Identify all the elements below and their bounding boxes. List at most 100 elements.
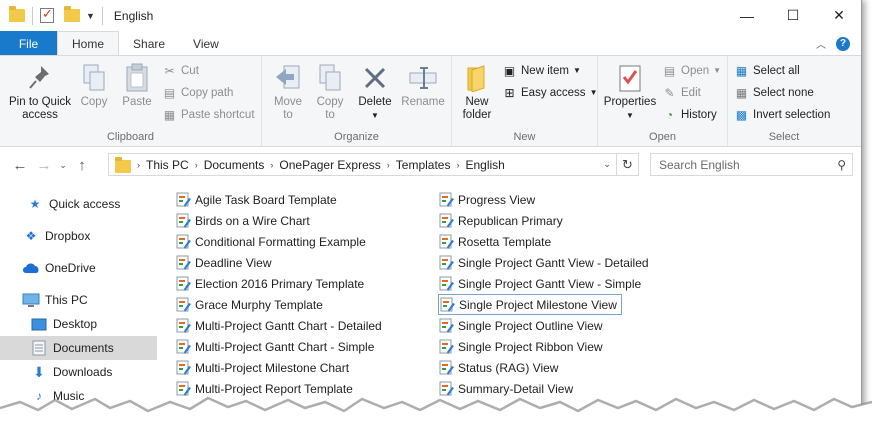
easy-access-label: Easy access bbox=[521, 86, 586, 99]
edit-icon: ✎ bbox=[664, 85, 675, 100]
explorer-window: ▼ English — ☐ ✕ File Home Share View ︿ ?… bbox=[0, 0, 862, 423]
easy-access-button[interactable]: ⊞ Easy access ▼ bbox=[502, 85, 597, 100]
list-item[interactable]: Single Project Outline View bbox=[433, 315, 607, 336]
delete-button[interactable]: Delete ▼ bbox=[354, 62, 396, 122]
list-item[interactable]: Deadline View bbox=[170, 252, 276, 273]
new-item-button[interactable]: ▣ New item ▼ bbox=[502, 63, 581, 78]
list-item[interactable]: Election 2016 Primary Template bbox=[170, 273, 368, 294]
list-item[interactable]: Status (RAG) View bbox=[433, 357, 562, 378]
onepager-template-icon bbox=[439, 339, 455, 355]
file-name: Election 2016 Primary Template bbox=[195, 276, 365, 291]
nav-item-dropbox[interactable]: ❖ Dropbox bbox=[0, 224, 157, 248]
list-item[interactable]: Multi-Project Gantt Chart - Simple bbox=[170, 336, 378, 357]
properties-button[interactable]: Properties ▼ bbox=[602, 62, 658, 122]
folder-icon bbox=[9, 6, 25, 22]
move-to-button[interactable]: Move to bbox=[268, 62, 308, 122]
tab-file[interactable]: File bbox=[0, 31, 57, 56]
delete-dropdown-icon[interactable]: ▼ bbox=[371, 109, 379, 122]
new-folder-icon[interactable] bbox=[64, 6, 80, 22]
nav-item-quick-access[interactable]: ★ Quick access bbox=[0, 192, 157, 216]
nav-item-downloads[interactable]: ⬇ Downloads bbox=[0, 360, 157, 384]
nav-item-documents[interactable]: Documents bbox=[0, 336, 157, 360]
rename-button[interactable]: Rename bbox=[398, 62, 448, 109]
scissors-icon: ✂ bbox=[164, 63, 175, 78]
breadcrumb-templates[interactable]: Templates bbox=[396, 158, 451, 172]
list-item-focused[interactable]: Single Project Milestone View bbox=[438, 294, 622, 315]
copy-path-button[interactable]: ▤ Copy path bbox=[162, 85, 234, 100]
properties-dropdown-icon[interactable]: ▼ bbox=[626, 109, 634, 122]
cut-button[interactable]: ✂ Cut bbox=[162, 63, 198, 78]
collapse-ribbon-chevron-icon[interactable]: ︿ bbox=[816, 36, 826, 51]
properties-icon[interactable] bbox=[40, 6, 54, 23]
copy-to-button[interactable]: Copy to bbox=[310, 62, 350, 122]
open-button[interactable]: ▤ Open ▼ bbox=[662, 63, 721, 78]
select-none-button[interactable]: ▦ Select none bbox=[734, 85, 814, 100]
select-none-label: Select none bbox=[753, 86, 814, 99]
recent-locations-chevron-icon[interactable]: ⌄ bbox=[56, 160, 70, 171]
history-button[interactable]: ◔ History bbox=[662, 107, 717, 122]
copy-button[interactable]: Copy bbox=[74, 62, 114, 109]
paste-shortcut-button[interactable]: ▦ Paste shortcut bbox=[162, 107, 255, 122]
search-icon: ⚲ bbox=[837, 157, 846, 172]
list-item[interactable]: Agile Task Board Template bbox=[170, 189, 341, 210]
invert-selection-button[interactable]: ▩ Invert selection bbox=[734, 107, 831, 122]
onepager-template-icon bbox=[439, 234, 455, 250]
nav-label: Desktop bbox=[53, 317, 98, 331]
nav-item-onedrive[interactable]: OneDrive bbox=[0, 256, 157, 280]
edit-button[interactable]: ✎ Edit bbox=[662, 85, 701, 100]
nav-label: Dropbox bbox=[45, 229, 91, 243]
list-item[interactable]: Grace Murphy Template bbox=[170, 294, 327, 315]
search-placeholder: Search English bbox=[659, 157, 740, 172]
search-box[interactable]: Search English ⚲ bbox=[650, 153, 853, 176]
close-button[interactable]: ✕ bbox=[816, 0, 861, 31]
back-arrow-icon[interactable]: ← bbox=[8, 157, 32, 174]
delete-label: Delete bbox=[358, 96, 392, 108]
list-item[interactable]: Rosetta Template bbox=[433, 231, 555, 252]
new-group-label: New bbox=[513, 131, 536, 143]
help-icon[interactable]: ? bbox=[836, 36, 850, 51]
invert-selection-label: Invert selection bbox=[753, 108, 831, 121]
minimize-button[interactable]: — bbox=[724, 0, 770, 31]
customize-qat-chevron-icon[interactable]: ▼ bbox=[86, 11, 95, 21]
breadcrumb-this-pc[interactable]: This PC bbox=[146, 158, 189, 172]
onepager-template-icon bbox=[176, 234, 192, 250]
list-item[interactable]: Single Project Ribbon View bbox=[433, 336, 607, 357]
nav-item-desktop[interactable]: Desktop bbox=[0, 312, 157, 336]
edit-label: Edit bbox=[681, 86, 701, 99]
tab-share[interactable]: Share bbox=[119, 31, 179, 56]
computer-icon bbox=[22, 292, 40, 308]
select-all-button[interactable]: ▦ Select all bbox=[734, 63, 800, 78]
nav-item-this-pc[interactable]: This PC bbox=[0, 288, 157, 312]
file-name: Grace Murphy Template bbox=[195, 297, 323, 312]
onepager-template-icon bbox=[176, 255, 192, 271]
new-folder-icon bbox=[461, 62, 493, 94]
list-item[interactable]: Birds on a Wire Chart bbox=[170, 210, 314, 231]
breadcrumb-documents[interactable]: Documents bbox=[204, 158, 265, 172]
new-folder-button[interactable]: New folder bbox=[456, 62, 498, 122]
list-item[interactable]: Single Project Gantt View - Simple bbox=[433, 273, 645, 294]
maximize-button[interactable]: ☐ bbox=[770, 0, 816, 31]
file-name: Multi-Project Gantt Chart - Detailed bbox=[195, 318, 382, 333]
properties-label: Properties bbox=[603, 96, 657, 108]
refresh-icon[interactable]: ↻ bbox=[616, 154, 638, 175]
copy-label: Copy bbox=[80, 96, 108, 108]
breadcrumb-onepager-express[interactable]: OnePager Express bbox=[279, 158, 380, 172]
list-item[interactable]: Conditional Formatting Example bbox=[170, 231, 370, 252]
forward-arrow-icon[interactable]: → bbox=[32, 157, 56, 174]
address-dropdown-chevron-icon[interactable]: ⌄ bbox=[598, 159, 616, 170]
up-arrow-icon[interactable]: ↑ bbox=[70, 157, 94, 174]
paste-button[interactable]: Paste bbox=[116, 62, 158, 109]
list-item[interactable]: Progress View bbox=[433, 189, 539, 210]
list-item[interactable]: Republican Primary bbox=[433, 210, 567, 231]
pin-to-quick-access-button[interactable]: Pin to Quick access bbox=[6, 62, 74, 122]
new-folder-label: New folder bbox=[462, 96, 492, 121]
list-item[interactable]: Multi-Project Milestone Chart bbox=[170, 357, 353, 378]
torn-edge-decoration bbox=[0, 396, 872, 423]
list-item[interactable]: Multi-Project Gantt Chart - Detailed bbox=[170, 315, 386, 336]
list-item[interactable]: Single Project Gantt View - Detailed bbox=[433, 252, 653, 273]
tab-view[interactable]: View bbox=[179, 31, 233, 56]
tab-home[interactable]: Home bbox=[57, 31, 120, 56]
nav-label: OneDrive bbox=[45, 261, 96, 275]
breadcrumb-english[interactable]: English bbox=[465, 158, 504, 172]
address-bar[interactable]: › This PC › Documents › OnePager Express… bbox=[108, 153, 639, 176]
